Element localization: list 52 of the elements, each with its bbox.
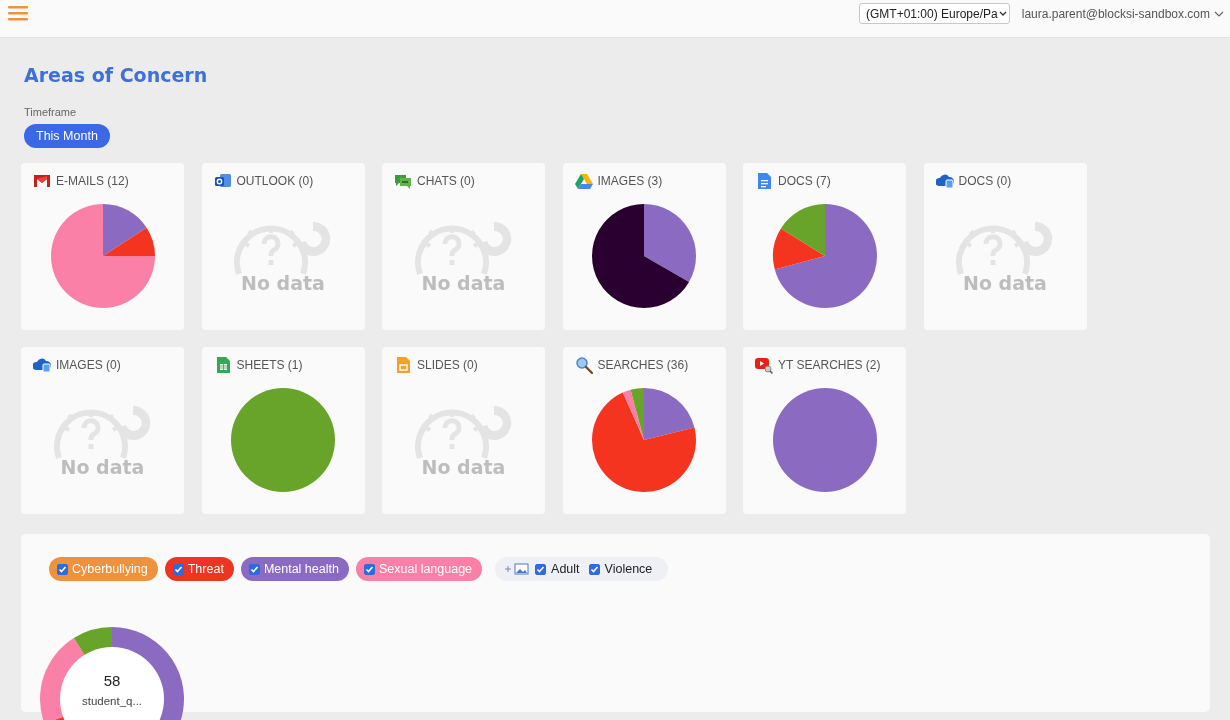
chat-icon bbox=[394, 172, 412, 190]
card-title: SLIDES (0) bbox=[417, 358, 478, 372]
filter-label: Violence bbox=[604, 562, 653, 576]
card-title: DOCS (7) bbox=[778, 174, 831, 188]
no-data-drawing: No data bbox=[50, 401, 155, 478]
checkbox[interactable] bbox=[248, 563, 260, 575]
timezone-select[interactable]: (GMT+01:00) Europe/Pa bbox=[859, 3, 1010, 24]
video-search-icon bbox=[755, 356, 773, 374]
cloud-icon bbox=[935, 172, 954, 190]
legend-chip[interactable]: Mental health bbox=[240, 557, 349, 581]
no-data-drawing: No data bbox=[411, 217, 516, 294]
caret-icon[interactable] bbox=[998, 10, 1007, 17]
card-title: YT SEARCHES (2) bbox=[778, 358, 881, 372]
checkbox[interactable] bbox=[363, 563, 375, 575]
legend-chip[interactable]: Sexual language bbox=[355, 557, 483, 581]
mail-app-icon bbox=[213, 172, 232, 190]
card-title: IMAGES (0) bbox=[56, 358, 121, 372]
search-icon bbox=[574, 356, 593, 374]
filter-label: Adult bbox=[551, 562, 580, 576]
user-menu[interactable]: laura.parent@blocksi-sandbox.com bbox=[1021, 6, 1224, 21]
timeframe-label: Timeframe bbox=[24, 106, 78, 118]
document-icon bbox=[755, 172, 773, 190]
card-title: CHATS (0) bbox=[417, 174, 475, 188]
card-title: E-MAILS (12) bbox=[56, 174, 129, 188]
no-data-drawing: No data bbox=[231, 217, 335, 294]
donut-label: student_q... bbox=[80, 695, 144, 707]
checkbox[interactable] bbox=[535, 563, 547, 575]
legend-chip[interactable]: Cyberbullying bbox=[49, 557, 158, 581]
checkbox[interactable] bbox=[57, 563, 68, 575]
checkbox[interactable] bbox=[172, 563, 184, 575]
legend-label: Sexual language bbox=[378, 562, 473, 576]
legend-label: Mental health bbox=[263, 562, 339, 576]
legend-chip[interactable]: Threat bbox=[164, 557, 234, 581]
donut-total: 58 bbox=[102, 672, 122, 689]
legend-label: Cyberbullying bbox=[72, 562, 148, 576]
legend-label: Threat bbox=[187, 562, 224, 576]
checkbox[interactable] bbox=[588, 563, 600, 575]
no-data-drawing: No data bbox=[953, 217, 1057, 294]
card-title: SHEETS (1) bbox=[236, 358, 303, 372]
add-image-icon[interactable] bbox=[504, 563, 531, 575]
drive-icon bbox=[574, 172, 593, 190]
mail-icon bbox=[33, 172, 51, 190]
page-title: Areas of Concern bbox=[24, 63, 209, 88]
card-title: SEARCHES (36) bbox=[597, 358, 689, 372]
no-data-drawing: No data bbox=[411, 401, 516, 478]
chevron-down-icon[interactable] bbox=[1214, 10, 1224, 17]
cloud-icon bbox=[33, 356, 51, 374]
card-title: IMAGES (3) bbox=[597, 174, 663, 188]
card-title: OUTLOOK (0) bbox=[236, 174, 314, 188]
card-title: DOCS (0) bbox=[958, 174, 1012, 188]
timeframe-button[interactable]: This Month bbox=[24, 124, 110, 148]
slides-icon bbox=[394, 356, 412, 374]
